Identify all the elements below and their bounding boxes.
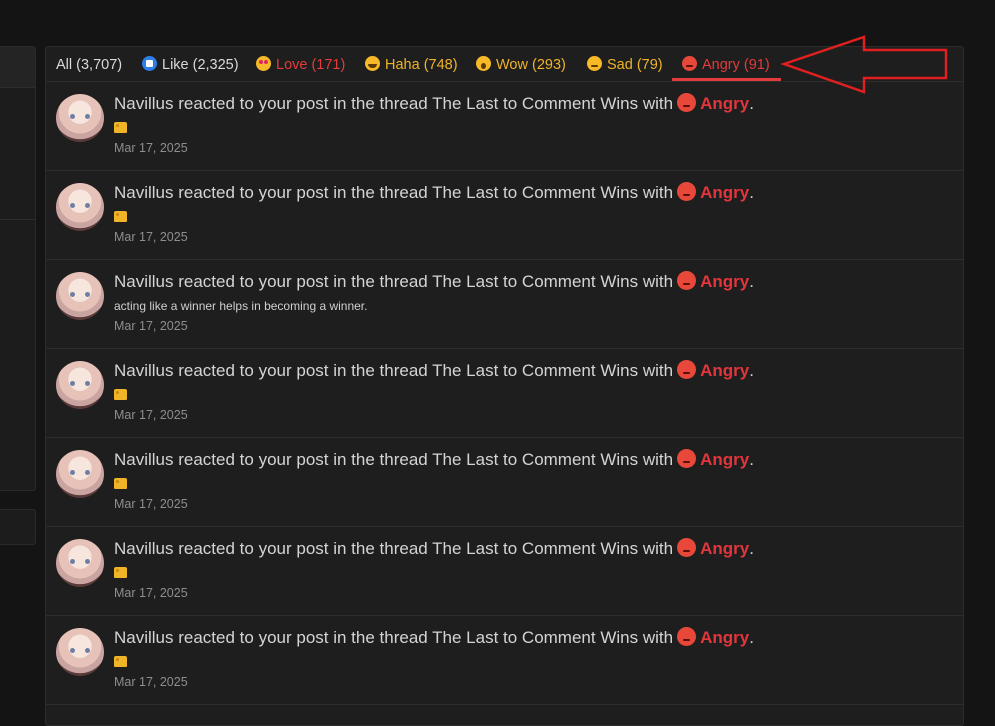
tab-angry[interactable]: Angry (91) [682,55,770,75]
angry-icon [682,56,697,71]
notification-date[interactable]: Mar 17, 2025 [114,230,188,244]
like-icon [142,56,157,71]
notification-date[interactable]: Mar 17, 2025 [114,586,188,600]
post-snippet [114,387,127,403]
left-sidebar-box [0,509,36,545]
wow-icon [476,56,491,71]
post-snippet: acting like a winner helps in becoming a… [114,298,367,314]
notification-text: Navillus reacted to your post in the thr… [114,361,674,380]
angry-icon [677,271,697,290]
notification-suffix: . [749,272,754,291]
notification-text: Navillus reacted to your post in the thr… [114,272,674,291]
left-sidebar-panel [0,46,36,491]
notification-text: Navillus reacted to your post in the thr… [114,628,674,647]
notification-text: Navillus reacted to your post in the thr… [114,94,674,113]
reactions-panel: All (3,707) Like (2,325) Love (171) Haha… [45,46,964,726]
notification-title[interactable]: Navillus reacted to your post in the thr… [114,359,754,383]
cheese-icon [114,656,127,667]
notification-list: Navillus reacted to your post in the thr… [46,82,963,705]
reaction-name: Angry [700,628,750,647]
notification-row[interactable]: Navillus reacted to your post in the thr… [46,171,963,260]
haha-icon [365,56,380,71]
reaction-name: Angry [700,450,750,469]
active-tab-indicator [672,78,781,81]
notification-date[interactable]: Mar 17, 2025 [114,497,188,511]
tab-like[interactable]: Like (2,325) [142,55,239,75]
avatar[interactable] [56,361,104,409]
notification-suffix: . [749,628,754,647]
angry-icon [677,360,697,379]
reaction-name: Angry [700,94,750,113]
avatar[interactable] [56,183,104,231]
left-sidebar-divider [0,219,35,220]
post-snippet [114,120,127,136]
notification-date[interactable]: Mar 17, 2025 [114,675,188,689]
left-sidebar-header [0,47,35,88]
tab-haha[interactable]: Haha (748) [365,55,458,75]
notification-suffix: . [749,183,754,202]
tab-wow[interactable]: Wow (293) [476,55,566,75]
love-icon [256,56,271,71]
cheese-icon [114,478,127,489]
notification-date[interactable]: Mar 17, 2025 [114,141,188,155]
notification-date[interactable]: Mar 17, 2025 [114,408,188,422]
post-snippet [114,476,127,492]
notification-suffix: . [749,450,754,469]
notification-row[interactable]: Navillus reacted to your post in the thr… [46,616,963,705]
notification-title[interactable]: Navillus reacted to your post in the thr… [114,181,754,205]
tab-like-label: Like (2,325) [162,57,239,73]
snippet-text: acting like a winner helps in becoming a… [114,299,368,313]
notification-suffix: . [749,361,754,380]
notification-row[interactable]: Navillus reacted to your post in the thr… [46,260,963,349]
avatar[interactable] [56,539,104,587]
notification-title[interactable]: Navillus reacted to your post in the thr… [114,626,754,650]
notification-title[interactable]: Navillus reacted to your post in the thr… [114,448,754,472]
cheese-icon [114,567,127,578]
notification-text: Navillus reacted to your post in the thr… [114,450,674,469]
notification-text: Navillus reacted to your post in the thr… [114,183,674,202]
sad-icon [587,56,602,71]
notification-row[interactable]: Navillus reacted to your post in the thr… [46,82,963,171]
tab-angry-label: Angry (91) [702,57,770,73]
cheese-icon [114,122,127,133]
post-snippet [114,565,127,581]
angry-icon [677,93,697,112]
reaction-name: Angry [700,361,750,380]
tab-wow-label: Wow (293) [496,57,566,73]
angry-icon [677,182,697,201]
avatar[interactable] [56,94,104,142]
tab-sad[interactable]: Sad (79) [587,55,663,75]
notification-date[interactable]: Mar 17, 2025 [114,319,188,333]
angry-icon [677,449,697,468]
reaction-name: Angry [700,272,750,291]
notification-suffix: . [749,94,754,113]
avatar[interactable] [56,450,104,498]
notification-title[interactable]: Navillus reacted to your post in the thr… [114,537,754,561]
tab-love[interactable]: Love (171) [256,55,345,75]
tab-sad-label: Sad (79) [607,57,663,73]
cheese-icon [114,211,127,222]
post-snippet [114,209,127,225]
notification-row[interactable]: Navillus reacted to your post in the thr… [46,349,963,438]
notification-title[interactable]: Navillus reacted to your post in the thr… [114,92,754,116]
notification-suffix: . [749,539,754,558]
notification-row[interactable]: Navillus reacted to your post in the thr… [46,438,963,527]
notification-title[interactable]: Navillus reacted to your post in the thr… [114,270,754,294]
avatar[interactable] [56,272,104,320]
notification-row[interactable]: Navillus reacted to your post in the thr… [46,527,963,616]
tab-all-label: All (3,707) [56,57,123,73]
angry-icon [677,627,697,646]
reaction-tabs: All (3,707) Like (2,325) Love (171) Haha… [46,47,963,82]
angry-icon [677,538,697,557]
avatar[interactable] [56,628,104,676]
reaction-name: Angry [700,539,750,558]
post-snippet [114,654,127,670]
tab-love-label: Love (171) [276,57,346,73]
tab-all[interactable]: All (3,707) [56,55,122,75]
cheese-icon [114,389,127,400]
notification-text: Navillus reacted to your post in the thr… [114,539,674,558]
tab-haha-label: Haha (748) [385,57,458,73]
reaction-name: Angry [700,183,750,202]
